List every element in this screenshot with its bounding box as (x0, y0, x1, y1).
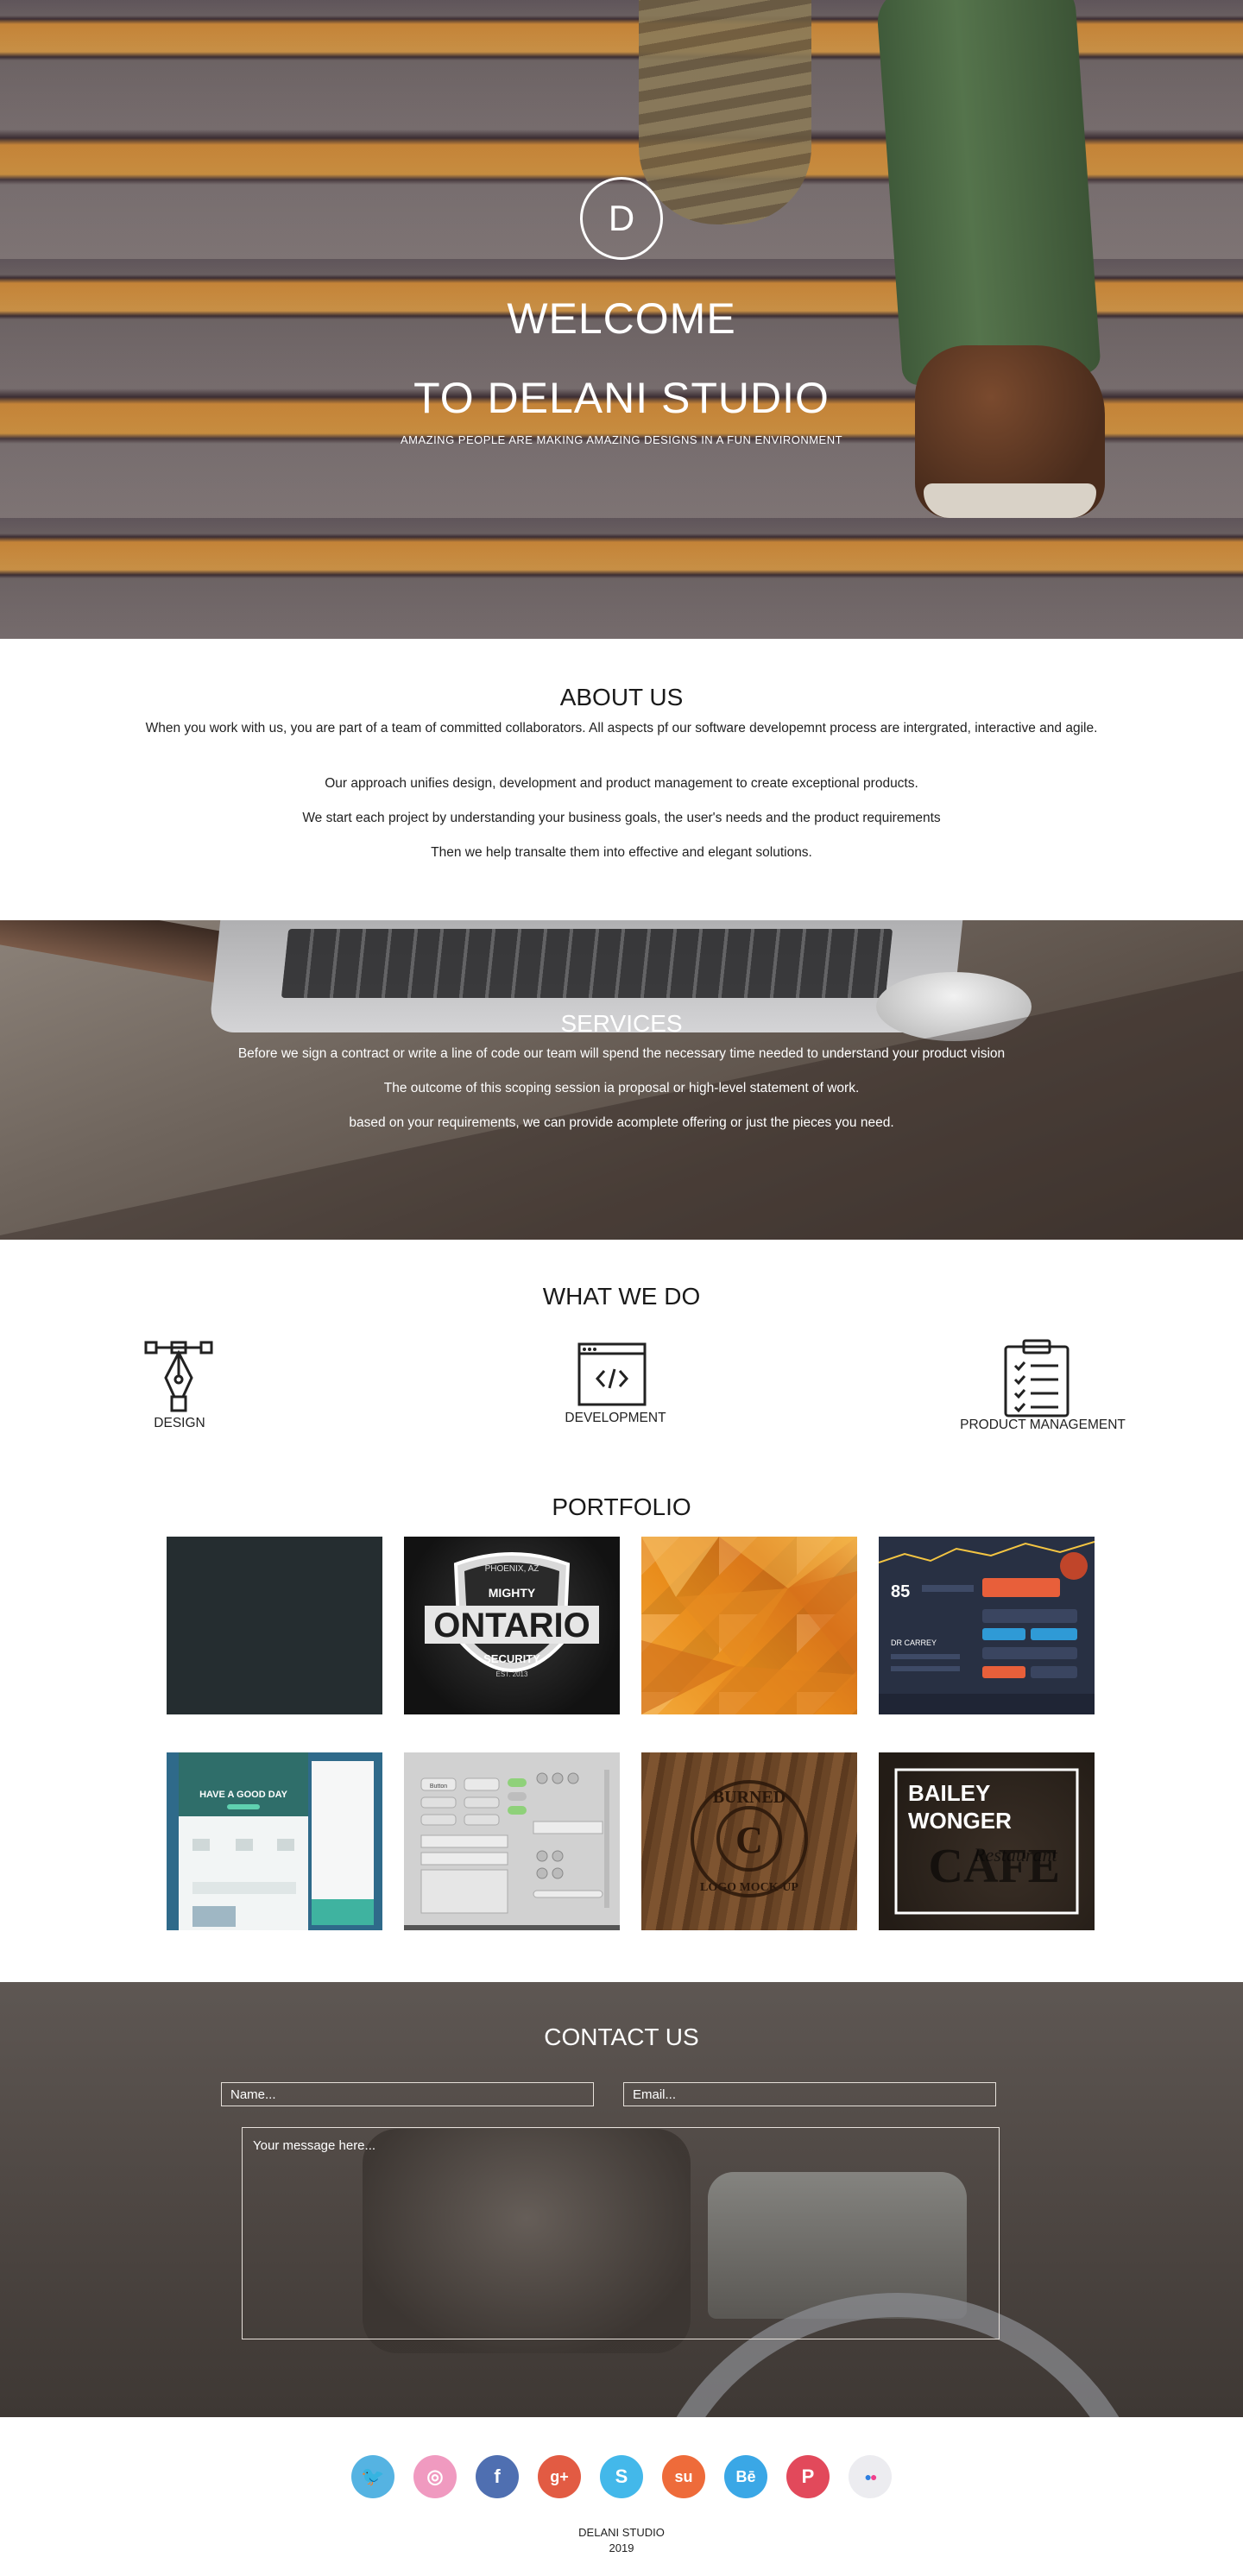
dashboard-number: 85 (891, 1582, 910, 1601)
services-paragraph: based on your requirements, we can provi… (349, 1115, 894, 1130)
about-section: ABOUT US When you work with us, you are … (0, 639, 1243, 920)
ontario-line2: ONTARIO (433, 1607, 590, 1645)
ontario-line3: SECURITY (483, 1652, 540, 1665)
flickr-dot-pink: ● (870, 2470, 878, 2484)
twitter-icon-glyph: 🐦 (361, 2466, 385, 2487)
clipboard-checklist-icon (1004, 1339, 1069, 1417)
service-label-product-management: PRODUCT MANAGEMENT (960, 1417, 1126, 1432)
services-background-keyboard (281, 929, 893, 998)
footer-year: 2019 (609, 2541, 634, 2554)
bailey-script: Restaurant (973, 1844, 1057, 1866)
services-title: SERVICES (560, 1010, 683, 1037)
behance-icon[interactable]: Bē (724, 2455, 767, 2498)
burned-arc-top: BURNED (713, 1788, 786, 1807)
footer-studio-name: DELANI STUDIO (578, 2526, 665, 2539)
hero-subtitle: AMAZING PEOPLE ARE MAKING AMAZING DESIGN… (400, 433, 843, 446)
facebook-icon[interactable]: f (476, 2455, 519, 2498)
pinterest-icon-glyph: P (801, 2466, 815, 2487)
portfolio-item-bailey-wonger[interactable]: CAFE BAILEY WONGER Restaurant (879, 1752, 1095, 1930)
portfolio-item-website-mockup[interactable]: HAVE A GOOD DAY (167, 1752, 382, 1930)
dashboard-caption: DR CARREY (891, 1638, 937, 1647)
dribbble-icon-glyph: ◎ (426, 2466, 444, 2487)
pinterest-icon[interactable]: P (786, 2455, 830, 2498)
hero-background-shoe-sole (639, 0, 811, 224)
bailey-line1: BAILEY (908, 1780, 990, 1806)
about-paragraph: Then we help transalte them into effecti… (431, 845, 812, 860)
ontario-line1: MIGHTY (489, 1586, 536, 1600)
services-paragraph: Before we sign a contract or write a lin… (237, 1046, 1006, 1061)
ui-kit-image: Button (404, 1752, 620, 1930)
message-textarea[interactable] (242, 2127, 1000, 2339)
website-mockup-image: HAVE A GOOD DAY (167, 1752, 382, 1930)
services-background-phone (0, 920, 237, 985)
name-input[interactable] (221, 2082, 594, 2106)
services-section: SERVICES Before we sign a contract or wr… (0, 920, 1243, 1240)
hero-section: D WELCOME TO DELANI STUDIO AMAZING PEOPL… (0, 0, 1243, 639)
what-we-do-section: WHAT WE DO DESIGN DEVELOPMENT PRODUCT MA… (0, 1240, 1243, 1473)
burned-arc-bottom: LOGO MOCK-UP (700, 1881, 798, 1894)
about-title: ABOUT US (559, 684, 684, 710)
footer: 🐦 ◎ f g+ S su Bē P ● ● DELANI STUDIO 2019 (0, 2417, 1243, 2576)
portfolio-item-dark[interactable] (167, 1537, 382, 1714)
code-window-icon (577, 1342, 647, 1406)
burned-logo-image: BURNED C LOGO MOCK-UP (691, 1780, 808, 1897)
polygon-pattern (641, 1537, 857, 1714)
dashboard-image: 85 DR CARREY (879, 1537, 1095, 1714)
facebook-icon-glyph: f (494, 2466, 501, 2487)
ontario-badge-image: PHOENIX, AZ MIGHTY ONTARIO SECURITY EST.… (425, 1552, 599, 1678)
skype-icon-glyph: S (615, 2466, 628, 2487)
stumbleupon-icon-glyph: su (674, 2467, 693, 2485)
skype-icon[interactable]: S (600, 2455, 643, 2498)
portfolio-title: PORTFOLIO (552, 1493, 691, 1520)
pen-tool-icon (144, 1341, 213, 1412)
contact-section: CONTACT US (0, 1982, 1243, 2417)
twitter-icon[interactable]: 🐦 (351, 2455, 394, 2498)
about-paragraph: Our approach unifies design, development… (325, 776, 918, 791)
google-plus-icon[interactable]: g+ (538, 2455, 581, 2498)
brand-logo[interactable]: D (580, 177, 663, 260)
portfolio-item-dashboard[interactable]: 85 DR CARREY (879, 1537, 1095, 1714)
email-input[interactable] (623, 2082, 996, 2106)
portfolio-section: PORTFOLIO PHOENIX, AZ MIGHTY ONTARIO SEC… (0, 1473, 1243, 1982)
hero-title-line2: TO DELANI STUDIO (413, 374, 830, 422)
bailey-wonger-image: CAFE BAILEY WONGER Restaurant (894, 1768, 1079, 1915)
portfolio-item-ui-kit[interactable]: Button (404, 1752, 620, 1930)
google-plus-icon-glyph: g+ (550, 2467, 569, 2485)
service-label-development: DEVELOPMENT (565, 1411, 666, 1425)
about-paragraph: We start each project by understanding y… (302, 811, 941, 825)
brand-logo-letter: D (608, 198, 635, 238)
ontario-small-top: PHOENIX, AZ (485, 1564, 539, 1574)
portfolio-item-burned-logo[interactable]: BURNED C LOGO MOCK-UP (641, 1752, 857, 1930)
portfolio-item-ontario[interactable]: PHOENIX, AZ MIGHTY ONTARIO SECURITY EST.… (404, 1537, 620, 1714)
portfolio-item-orange-polygon[interactable] (641, 1537, 857, 1714)
stumbleupon-icon[interactable]: su (662, 2455, 705, 2498)
website-mockup-headline: HAVE A GOOD DAY (199, 1790, 288, 1800)
bailey-line2: WONGER (908, 1808, 1012, 1834)
service-label-design: DESIGN (154, 1416, 205, 1430)
hero-title-line1: WELCOME (507, 294, 736, 343)
flickr-icon[interactable]: ● ● (849, 2455, 892, 2498)
behance-icon-glyph: Bē (735, 2467, 756, 2485)
dribbble-icon[interactable]: ◎ (413, 2455, 457, 2498)
what-we-do-title: WHAT WE DO (542, 1283, 701, 1310)
ui-kit-button-label: Button (430, 1784, 447, 1790)
ontario-line4: EST. 2013 (496, 1670, 528, 1678)
hero-background-shoe-sole-white (924, 483, 1096, 518)
burned-center: C (735, 1819, 763, 1861)
services-paragraph: The outcome of this scoping session ia p… (383, 1081, 860, 1095)
contact-title: CONTACT US (544, 2024, 699, 2050)
about-paragraph: When you work with us, you are part of a… (145, 721, 1098, 736)
